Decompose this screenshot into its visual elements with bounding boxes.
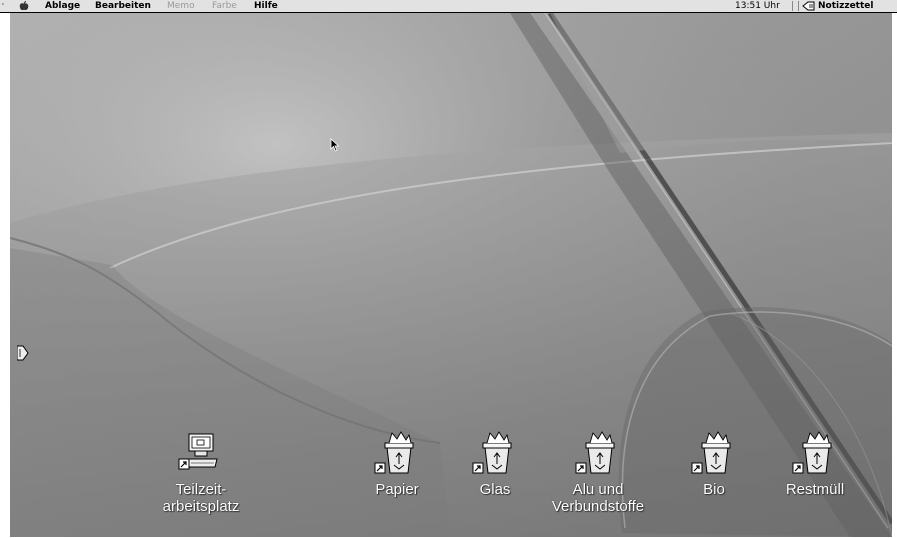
recycle-bin-icon bbox=[792, 431, 832, 474]
desktop-icon-glas[interactable]: Glas bbox=[435, 429, 555, 498]
recycle-bin-icon bbox=[374, 431, 414, 474]
menu-hilfe[interactable]: Hilfe bbox=[254, 0, 278, 12]
menu-application[interactable]: Notizzettel bbox=[818, 0, 873, 12]
desktop[interactable]: Teilzeit- arbeitsplatz Papier Glas Alu u… bbox=[10, 13, 892, 537]
workstation-alias-icon bbox=[178, 433, 218, 470]
menu-ablage[interactable]: Ablage bbox=[45, 0, 80, 12]
menubar-clock[interactable]: 13:51 Uhr bbox=[735, 0, 780, 12]
screen: ' Ablage Bearbeiten Memo Farbe Hilfe 13:… bbox=[0, 0, 897, 538]
menubar-left-marker: ' bbox=[2, 2, 4, 10]
desktop-side-tab-icon[interactable] bbox=[17, 345, 29, 361]
recycle-bin-icon bbox=[575, 431, 615, 474]
desktop-icon-alu-und-verbundstoffe[interactable]: Alu und Verbundstoffe bbox=[538, 429, 658, 515]
desktop-icon-teilzeit-arbeitsplatz[interactable]: Teilzeit- arbeitsplatz bbox=[141, 429, 261, 515]
notizzettel-app-icon[interactable] bbox=[802, 1, 815, 11]
menu-farbe[interactable]: Farbe bbox=[212, 0, 237, 12]
recycle-bin-icon bbox=[472, 431, 512, 474]
mouse-pointer-icon bbox=[330, 138, 340, 152]
desktop-icon-label: Alu und Verbundstoffe bbox=[551, 481, 645, 515]
menu-memo[interactable]: Memo bbox=[167, 0, 195, 12]
desktop-icon-label: Restmüll bbox=[785, 481, 845, 498]
recycle-bin-icon bbox=[691, 431, 731, 474]
desktop-icon-label: Teilzeit- arbeitsplatz bbox=[162, 481, 240, 515]
menu-bar: ' Ablage Bearbeiten Memo Farbe Hilfe 13:… bbox=[0, 0, 897, 13]
apple-menu-icon[interactable] bbox=[18, 1, 30, 11]
menu-bearbeiten[interactable]: Bearbeiten bbox=[95, 0, 151, 12]
menubar-separator bbox=[792, 1, 799, 11]
desktop-icon-label: Glas bbox=[479, 481, 511, 498]
desktop-icon-restmuell[interactable]: Restmüll bbox=[755, 429, 875, 498]
